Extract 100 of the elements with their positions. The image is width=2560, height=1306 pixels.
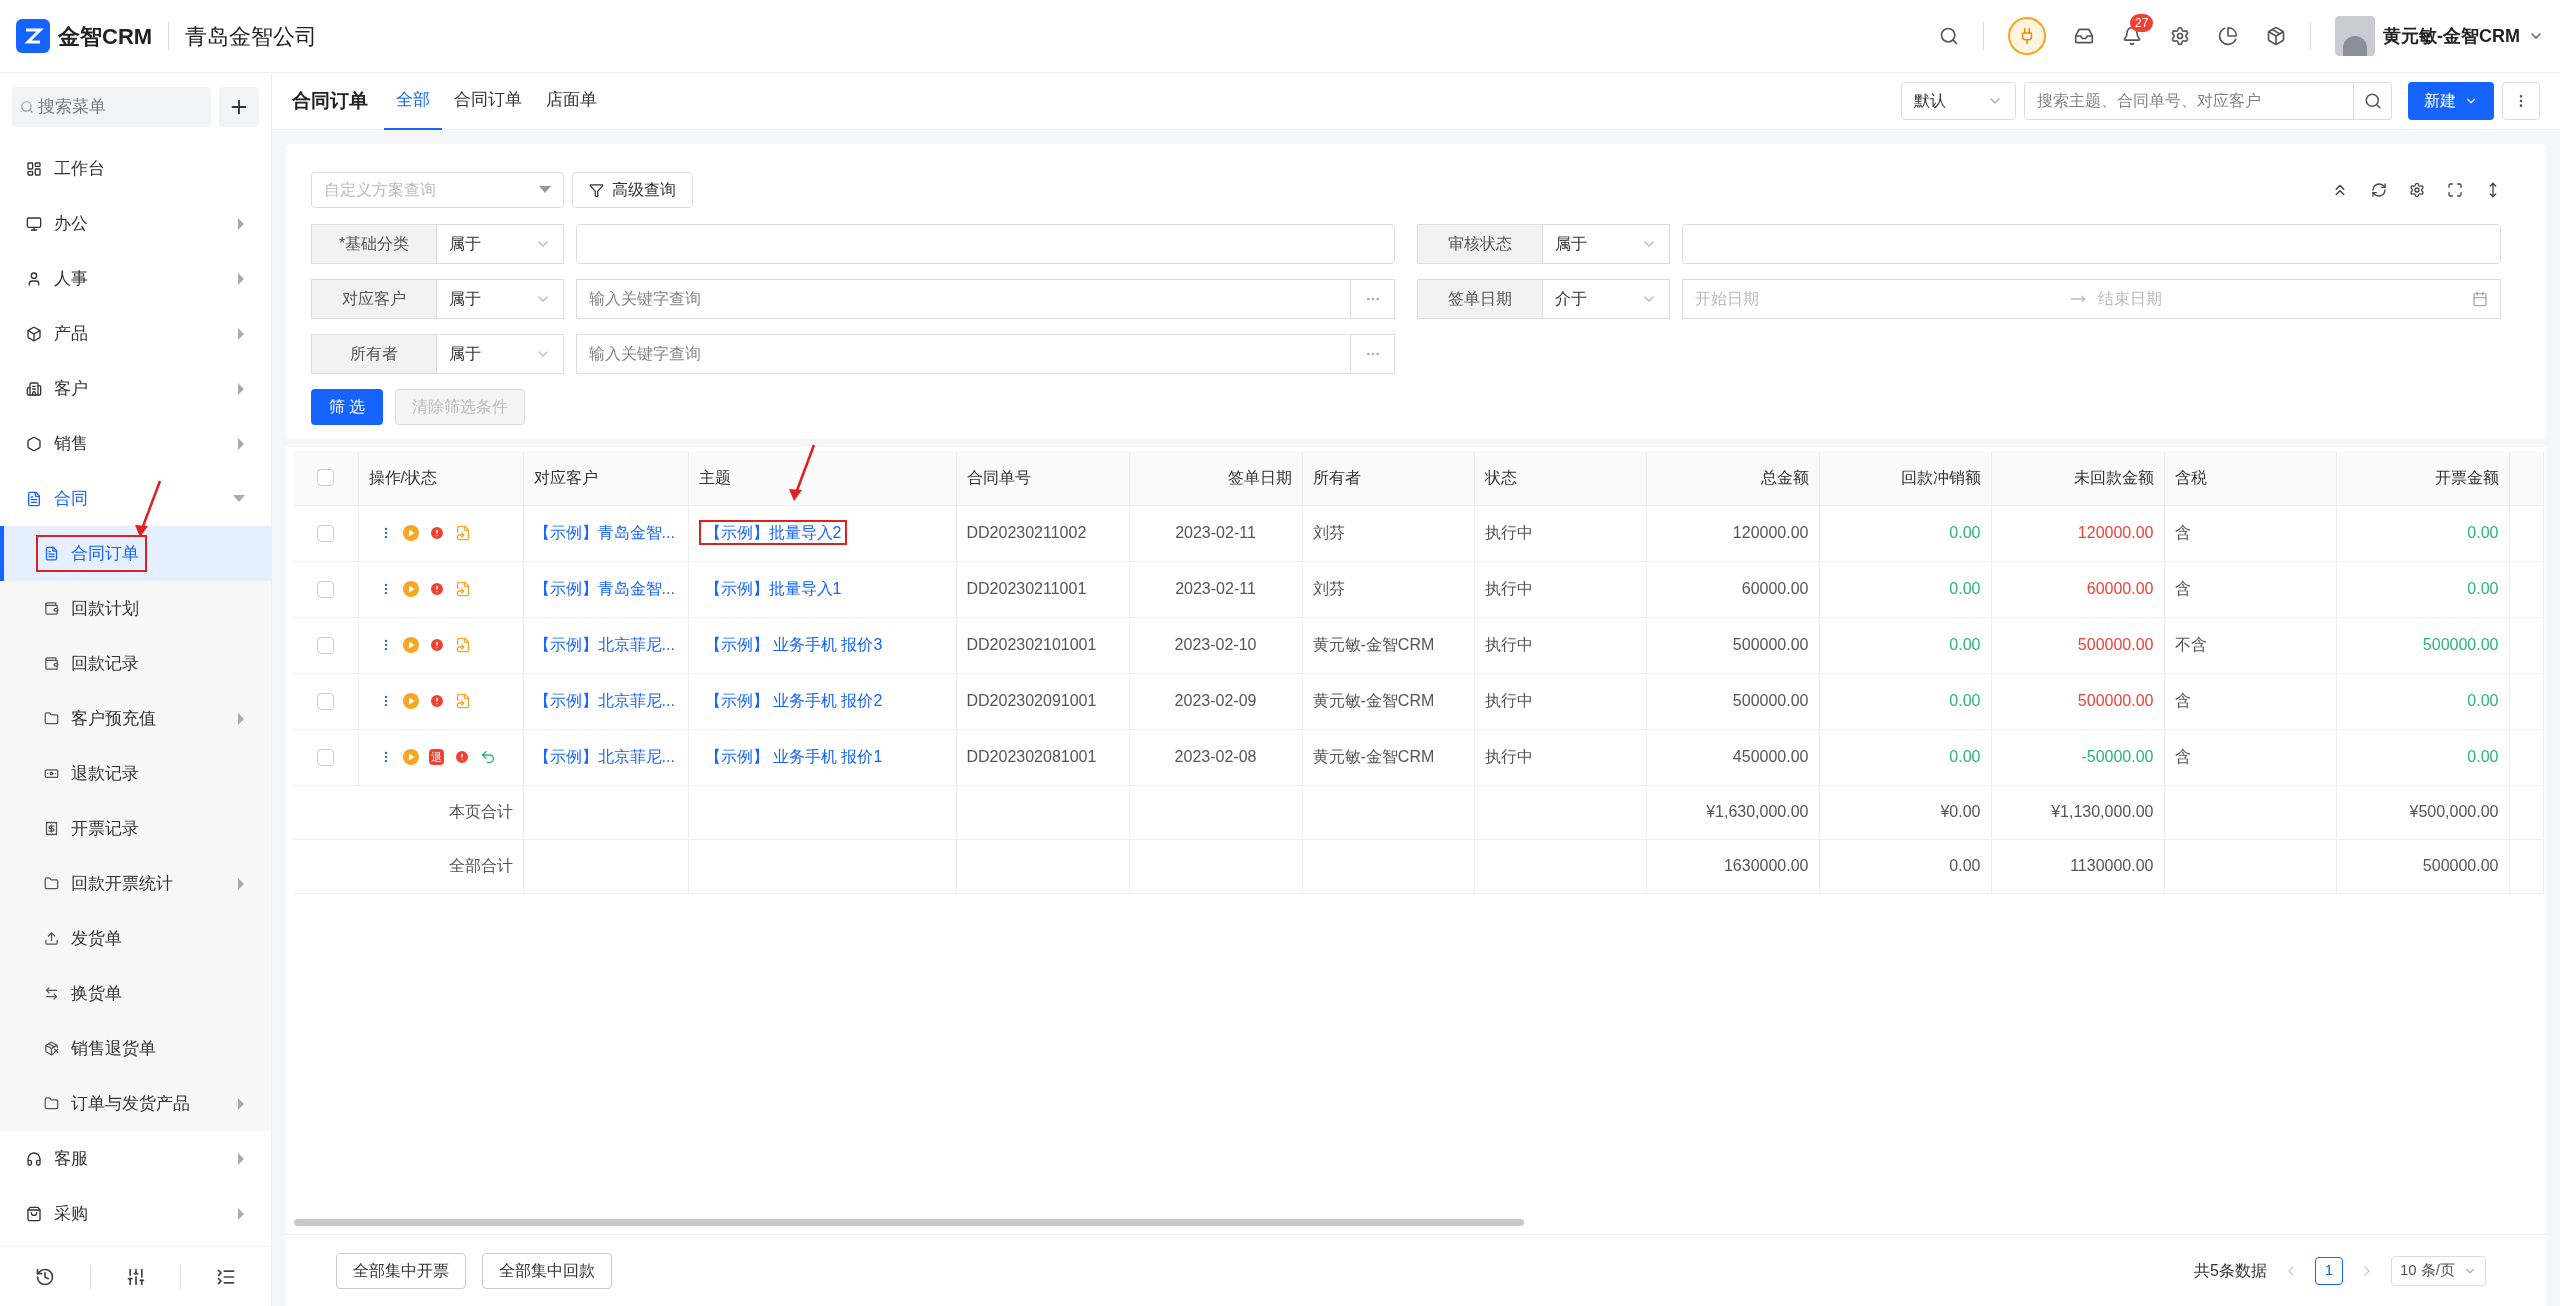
- alert-icon[interactable]: [453, 749, 470, 765]
- play-icon[interactable]: [402, 693, 419, 709]
- subject-link[interactable]: 【示例】批量导入2: [698, 520, 848, 545]
- submenu-item[interactable]: 销售退货单: [0, 1021, 271, 1076]
- bulk-action-button[interactable]: 全部集中开票: [336, 1252, 466, 1289]
- submenu-item[interactable]: 发货单: [0, 911, 271, 966]
- table-cell: 120000.00: [2077, 524, 2154, 541]
- document-icon[interactable]: [454, 525, 471, 541]
- horizontal-scrollbar[interactable]: [294, 1219, 1524, 1226]
- view-select[interactable]: 默认: [1901, 82, 2016, 120]
- advanced-search-button[interactable]: 高级查询: [572, 172, 693, 208]
- page-size-select[interactable]: 10 条/页: [2390, 1255, 2486, 1286]
- submenu-item[interactable]: 开票记录: [0, 801, 271, 856]
- tab[interactable]: 合同订单: [442, 72, 534, 130]
- customer-link[interactable]: 【示例】青岛金智...: [533, 580, 675, 597]
- submenu-item[interactable]: 回款计划: [0, 581, 271, 636]
- play-icon[interactable]: [402, 525, 419, 541]
- document-icon: [44, 546, 59, 561]
- menu-search-field[interactable]: 搜索菜单: [12, 87, 211, 127]
- menu-item[interactable]: 工作台: [0, 141, 271, 196]
- package-icon[interactable]: [2266, 26, 2286, 46]
- operator-select[interactable]: 属于: [437, 279, 564, 319]
- subject-link[interactable]: 【示例】 业务手机 报价3: [698, 632, 889, 657]
- value-field[interactable]: [576, 224, 1395, 264]
- history-icon[interactable]: [34, 1266, 55, 1287]
- play-icon[interactable]: [402, 637, 419, 653]
- submenu-item[interactable]: 合同订单: [0, 526, 271, 581]
- tab[interactable]: 店面单: [534, 72, 609, 130]
- subject-link[interactable]: 【示例】 业务手机 报价2: [698, 688, 889, 713]
- menu-item[interactable]: 销售: [0, 416, 271, 471]
- play-icon[interactable]: [402, 581, 419, 597]
- alert-icon[interactable]: [428, 693, 445, 709]
- select-all-checkbox[interactable]: [317, 469, 335, 487]
- bag-icon: [26, 1205, 42, 1222]
- row-checkbox[interactable]: [317, 748, 335, 766]
- pie-chart-icon[interactable]: [2218, 26, 2238, 46]
- plug-button[interactable]: [2008, 17, 2046, 55]
- avatar[interactable]: [2335, 16, 2375, 56]
- page-button[interactable]: 1: [2314, 1256, 2343, 1285]
- alert-icon[interactable]: [428, 637, 445, 653]
- subject-link[interactable]: 【示例】批量导入1: [698, 576, 848, 601]
- document-icon[interactable]: [454, 581, 471, 597]
- search-button[interactable]: [2354, 82, 2392, 120]
- submenu-item[interactable]: 回款记录: [0, 636, 271, 691]
- return-icon[interactable]: [479, 749, 496, 765]
- customer-link[interactable]: 【示例】北京菲尼...: [533, 636, 675, 653]
- menu-item[interactable]: 办公: [0, 196, 271, 251]
- subject-link[interactable]: 【示例】 业务手机 报价1: [698, 744, 889, 769]
- operator-select[interactable]: 属于: [437, 334, 564, 374]
- alert-icon[interactable]: [428, 525, 445, 541]
- refund-badge[interactable]: 退: [428, 749, 444, 765]
- settings-icon[interactable]: [2170, 26, 2190, 46]
- operator-select[interactable]: 介于: [1543, 279, 1670, 319]
- submenu-item[interactable]: 换货单: [0, 966, 271, 1021]
- value-field[interactable]: 输入关键字查询: [576, 334, 1351, 374]
- row-checkbox[interactable]: [317, 524, 335, 542]
- customer-link[interactable]: 【示例】北京菲尼...: [533, 748, 675, 765]
- table-cell: 刘芬: [1312, 580, 1345, 597]
- submenu-item[interactable]: 订单与发货产品: [0, 1076, 271, 1131]
- table-cell: 0.00: [1949, 636, 1981, 653]
- menu-item[interactable]: 人事: [0, 251, 271, 306]
- collapse-menu-icon[interactable]: [216, 1266, 237, 1287]
- add-button[interactable]: [219, 87, 259, 127]
- menu-item[interactable]: 采购: [0, 1186, 271, 1241]
- row-checkbox[interactable]: [317, 692, 335, 710]
- bulk-action-button[interactable]: 全部集中回款: [482, 1252, 612, 1289]
- value-field[interactable]: [1682, 224, 2501, 264]
- settings-icon[interactable]: [2409, 182, 2425, 198]
- filter-button[interactable]: 筛 选: [311, 389, 384, 425]
- sliders-icon[interactable]: [125, 1266, 146, 1287]
- search-icon[interactable]: [1939, 26, 1959, 46]
- submenu-item[interactable]: 客户预充值: [0, 691, 271, 746]
- menu-item[interactable]: 客户: [0, 361, 271, 416]
- table-cell: 2023-02-11: [1175, 580, 1256, 597]
- menu-item[interactable]: 客服: [0, 1131, 271, 1186]
- value-field[interactable]: 输入关键字查询: [576, 279, 1351, 319]
- submenu-item[interactable]: 回款开票统计: [0, 856, 271, 911]
- bell-icon[interactable]: [2122, 26, 2142, 46]
- document-icon[interactable]: [454, 693, 471, 709]
- summary-label: 本页合计: [448, 803, 513, 820]
- receipt-icon: [44, 821, 59, 836]
- play-icon[interactable]: [402, 749, 419, 765]
- new-button[interactable]: 新建: [2408, 82, 2494, 120]
- fullscreen-icon[interactable]: [2447, 182, 2463, 198]
- submenu-item[interactable]: 退款记录: [0, 746, 271, 801]
- refresh-icon[interactable]: [2371, 182, 2387, 198]
- row-checkbox[interactable]: [317, 636, 335, 654]
- document-icon[interactable]: [454, 637, 471, 653]
- tab[interactable]: 全部: [384, 72, 442, 130]
- user-name[interactable]: 黄元敏-金智CRM: [2383, 22, 2520, 50]
- customer-link[interactable]: 【示例】北京菲尼...: [533, 692, 675, 709]
- search-field[interactable]: 搜索主题、合同单号、对应客户: [2024, 82, 2354, 120]
- row-checkbox[interactable]: [317, 580, 335, 598]
- inbox-icon[interactable]: [2074, 26, 2094, 46]
- menu-item[interactable]: 产品: [0, 306, 271, 361]
- operator-select[interactable]: 属于: [437, 224, 564, 264]
- menu-item[interactable]: 合同: [0, 471, 271, 526]
- alert-icon[interactable]: [428, 581, 445, 597]
- operator-select[interactable]: 属于: [1543, 224, 1670, 264]
- customer-link[interactable]: 【示例】青岛金智...: [533, 524, 675, 541]
